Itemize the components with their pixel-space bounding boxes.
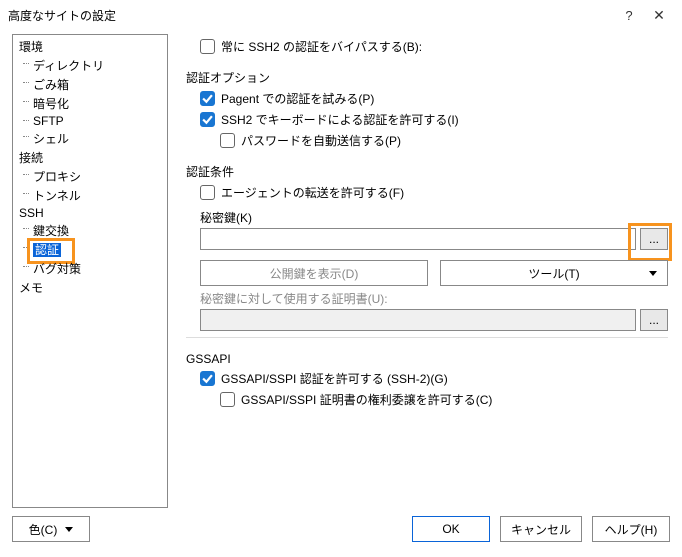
footer: 色(C) OK キャンセル ヘルプ(H): [0, 508, 682, 550]
agent-checkbox[interactable]: [200, 91, 215, 106]
tree-item[interactable]: メモ: [13, 278, 167, 297]
tree-item[interactable]: 環境: [13, 37, 167, 56]
main-panel: 常に SSH2 の認証をバイパスする(B): 認証オプション Pagent での…: [186, 34, 670, 508]
tree-item[interactable]: SSH: [13, 205, 167, 221]
gssapi-title: GSSAPI: [186, 352, 668, 366]
cert-input: [200, 309, 636, 331]
show-pubkey-button[interactable]: 公開鍵を表示(D): [200, 260, 428, 286]
cancel-button[interactable]: キャンセル: [500, 516, 582, 542]
autopass-checkbox[interactable]: [220, 133, 235, 148]
gssapi-auth-checkbox[interactable]: [200, 371, 215, 386]
agent-label: Pagent での認証を試みる(P): [221, 90, 374, 107]
color-button[interactable]: 色(C): [12, 516, 90, 542]
autopass-label: パスワードを自動送信する(P): [241, 132, 401, 149]
tools-button[interactable]: ツール(T): [440, 260, 668, 286]
browse-button[interactable]: ...: [640, 228, 668, 250]
help-button[interactable]: ヘルプ(H): [592, 516, 670, 542]
chevron-down-icon: [649, 271, 657, 276]
tree-item[interactable]: ごみ箱: [13, 75, 167, 94]
auth-options-title: 認証オプション: [186, 69, 668, 86]
tree-item[interactable]: シェル: [13, 129, 167, 148]
nav-tree: 環境 ディレクトリ ごみ箱 暗号化 SFTP シェル 接続 プロキシ トンネル …: [12, 34, 168, 508]
private-key-input[interactable]: [200, 228, 636, 250]
tree-item[interactable]: バグ対策: [13, 259, 167, 278]
chevron-down-icon: [65, 527, 73, 532]
tree-item[interactable]: SFTP: [13, 113, 167, 129]
titlebar-title: 高度なサイトの設定: [8, 7, 614, 24]
tree-item[interactable]: ディレクトリ: [13, 56, 167, 75]
titlebar: 高度なサイトの設定 ? ✕: [0, 0, 682, 30]
private-key-label: 秘密鍵(K): [200, 209, 668, 226]
tree-item[interactable]: 接続: [13, 148, 167, 167]
bypass-label: 常に SSH2 の認証をバイパスする(B):: [221, 38, 422, 55]
bypass-checkbox[interactable]: [200, 39, 215, 54]
tree-item[interactable]: 暗号化: [13, 94, 167, 113]
tree-item[interactable]: トンネル: [13, 186, 167, 205]
help-icon[interactable]: ?: [614, 8, 644, 23]
cert-label: 秘密鍵に対して使用する証明書(U):: [200, 290, 668, 307]
tree-item[interactable]: 鍵交換: [13, 221, 167, 240]
auth-cond-title: 認証条件: [186, 163, 668, 180]
forward-checkbox[interactable]: [200, 185, 215, 200]
keyboard-label: SSH2 でキーボードによる認証を許可する(I): [221, 111, 459, 128]
gssapi-deleg-checkbox[interactable]: [220, 392, 235, 407]
tree-item[interactable]: プロキシ: [13, 167, 167, 186]
gssapi-auth-label: GSSAPI/SSPI 認証を許可する (SSH-2)(G): [221, 370, 448, 387]
ok-button[interactable]: OK: [412, 516, 490, 542]
keyboard-checkbox[interactable]: [200, 112, 215, 127]
tree-item-auth[interactable]: 認証: [13, 240, 167, 259]
forward-label: エージェントの転送を許可する(F): [221, 184, 404, 201]
gssapi-deleg-label: GSSAPI/SSPI 証明書の権利委譲を許可する(C): [241, 391, 492, 408]
divider: [186, 337, 668, 338]
close-icon[interactable]: ✕: [644, 7, 674, 24]
cert-browse-button[interactable]: ...: [640, 309, 668, 331]
